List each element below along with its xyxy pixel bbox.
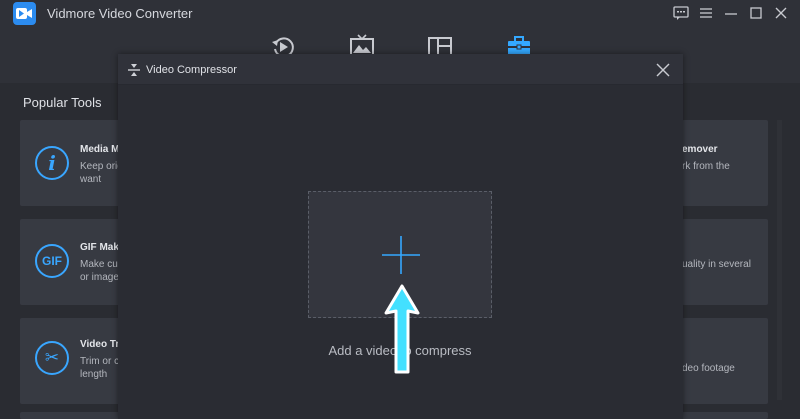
tool-card-partial[interactable] xyxy=(20,412,120,419)
close-icon[interactable] xyxy=(772,5,790,21)
tool-card-video-speed[interactable]: deo footage xyxy=(682,318,768,404)
tool-card-watermark-remover[interactable]: emover rk from the xyxy=(682,120,768,206)
card-desc: want xyxy=(80,174,102,185)
card-desc: or image xyxy=(80,272,119,283)
card-title: GIF Mak xyxy=(80,242,119,253)
minimize-icon[interactable] xyxy=(722,5,740,21)
arrow-up-icon xyxy=(384,284,420,374)
plus-icon xyxy=(382,236,420,274)
compress-icon xyxy=(128,64,140,76)
card-desc: length xyxy=(80,369,108,380)
info-icon: i xyxy=(35,146,69,180)
card-desc: Trim or c xyxy=(80,356,120,367)
tool-card-gif-maker[interactable]: GIF GIF Mak Make cus or image xyxy=(20,219,123,305)
scissors-icon: ✂ xyxy=(35,341,69,375)
app-logo xyxy=(13,2,36,25)
menu-icon[interactable] xyxy=(697,5,715,21)
card-title: emover xyxy=(682,144,718,155)
app-title: Vidmore Video Converter xyxy=(47,6,193,21)
dialog-title: Video Compressor xyxy=(146,64,237,76)
card-title: Video Tr xyxy=(80,339,120,350)
dialog-header: Video Compressor xyxy=(118,54,683,85)
card-desc: rk from the xyxy=(682,161,730,172)
app-window: Vidmore Video Converter Popular Tools i … xyxy=(0,0,800,419)
feedback-icon[interactable] xyxy=(672,5,690,21)
scrollbar-track[interactable] xyxy=(777,120,782,400)
card-desc: Make cus xyxy=(80,259,123,270)
close-icon[interactable] xyxy=(656,63,670,77)
tool-card-media-metadata[interactable]: i Media M Keep origi want xyxy=(20,120,125,206)
section-title: Popular Tools xyxy=(23,95,102,110)
gif-icon: GIF xyxy=(35,244,69,278)
card-desc: deo footage xyxy=(682,363,735,374)
card-title: Media M xyxy=(80,144,120,155)
card-desc: uality in several xyxy=(682,259,751,270)
tool-card-video-enhancer[interactable]: uality in several xyxy=(682,219,768,305)
maximize-icon[interactable] xyxy=(747,5,765,21)
tool-card-video-trimmer[interactable]: ✂ Video Tr Trim or c length xyxy=(20,318,120,404)
tool-card-partial[interactable] xyxy=(682,412,768,419)
